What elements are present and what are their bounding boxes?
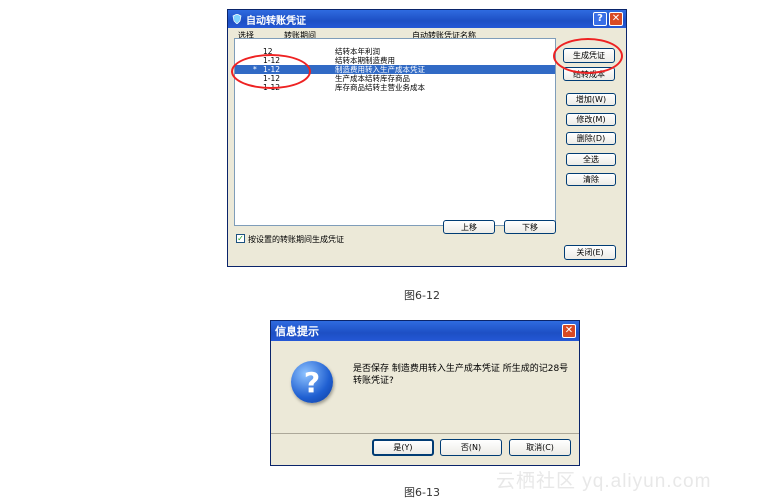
yes-button[interactable]: 是(Y) [372, 439, 434, 456]
dialog-title: 自动转账凭证 [246, 15, 306, 27]
row-name: 制造费用转入生产成本凭证 [335, 65, 425, 74]
divider [271, 433, 579, 434]
close-icon: ✕ [564, 325, 574, 336]
no-button[interactable]: 否(N) [440, 439, 502, 456]
row-name: 库存商品结转主营业务成本 [335, 83, 425, 92]
info-prompt-dialog: 信息提示 ✕ ? 是否保存 制造费用转入生产成本凭证 所生成的记28号转账凭证?… [270, 320, 580, 466]
prompt-message: 是否保存 制造费用转入生产成本凭证 所生成的记28号转账凭证? [353, 364, 569, 386]
select-all-button[interactable]: 全选 [566, 153, 616, 166]
figure-caption: 图6-13 [404, 486, 440, 499]
cancel-button[interactable]: 取消(C) [509, 439, 571, 456]
row-name: 生产成本结转库存商品 [335, 74, 410, 83]
row-name: 结转本期制造费用 [335, 56, 395, 65]
figure-caption: 图6-12 [404, 289, 440, 302]
info-prompt-titlebar[interactable]: 信息提示 ✕ [271, 321, 579, 341]
auto-transfer-titlebar[interactable]: 自动转账凭证 ? ✕ [228, 10, 626, 28]
period-checkbox-label: 按设置的转账期间生成凭证 [248, 235, 344, 244]
close-icon: ✕ [611, 13, 621, 24]
row-name: 结转本年利润 [335, 47, 380, 56]
add-button[interactable]: 增加(W) [566, 93, 616, 106]
dialog-title: 信息提示 [275, 325, 319, 338]
help-icon: ? [597, 13, 603, 24]
period-checkbox[interactable]: ✓ [236, 234, 245, 243]
move-down-button[interactable]: 下移 [504, 220, 556, 234]
help-button[interactable]: ? [593, 12, 607, 26]
app-icon [232, 14, 242, 24]
watermark: 云栖社区 yq.aliyun.com [496, 471, 712, 492]
move-up-button[interactable]: 上移 [443, 220, 495, 234]
close-window-button[interactable]: ✕ [562, 324, 576, 338]
annotation-circle-selected-row [231, 54, 311, 89]
question-icon: ? [291, 361, 333, 403]
close-window-button[interactable]: ✕ [609, 12, 623, 26]
delete-button[interactable]: 删除(D) [566, 132, 616, 145]
close-button[interactable]: 关闭(E) [564, 245, 616, 260]
clear-button[interactable]: 清除 [566, 173, 616, 186]
edit-button[interactable]: 修改(M) [566, 113, 616, 126]
annotation-circle-generate-button [553, 38, 623, 74]
checkmark-icon: ✓ [237, 234, 244, 243]
